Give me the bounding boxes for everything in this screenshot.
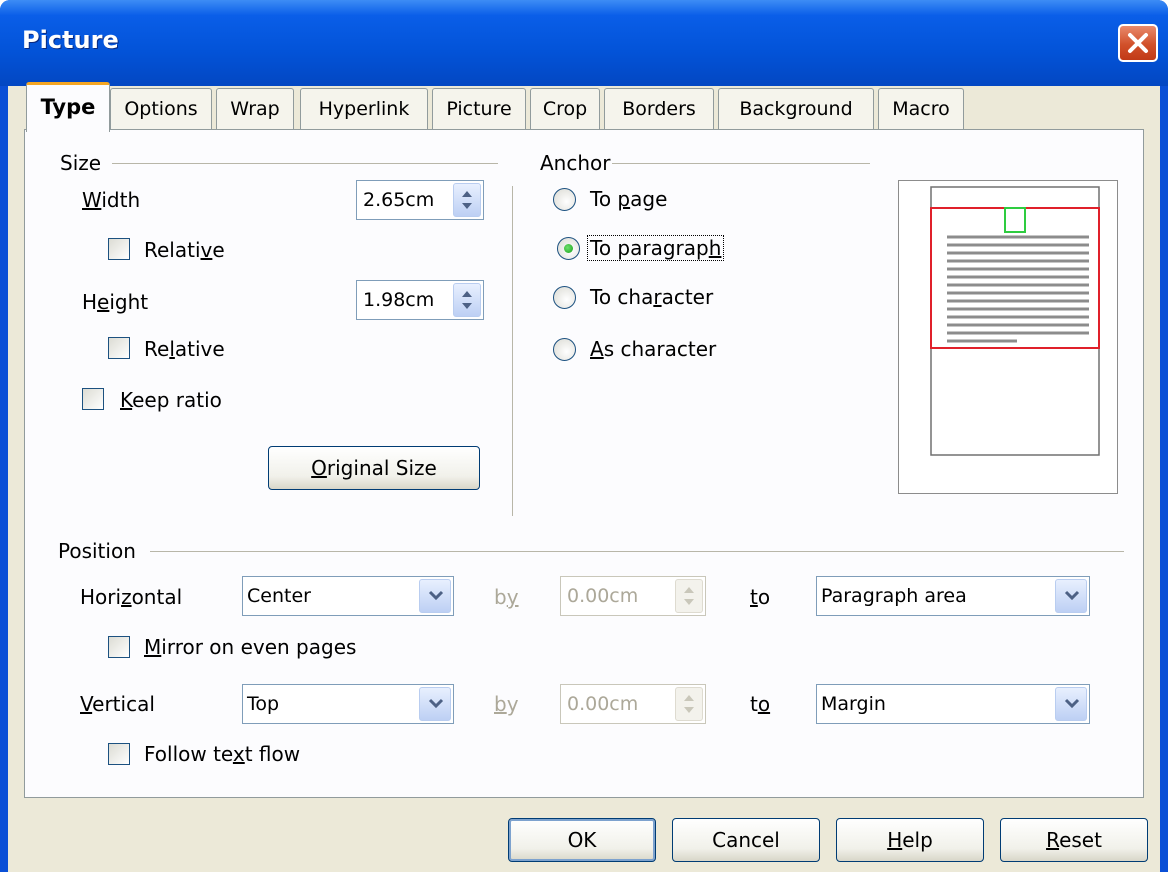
- close-button[interactable]: [1118, 24, 1158, 62]
- keep-ratio-label: Keep ratio: [120, 388, 222, 412]
- page-preview-drawing: [930, 186, 1100, 456]
- size-anchor-separator: [512, 186, 513, 516]
- dialog-title: Picture: [22, 26, 119, 54]
- vertical-to-dropdown-button[interactable]: [1055, 687, 1087, 721]
- vertical-to-select[interactable]: Margin: [816, 684, 1090, 724]
- vertical-by-spin-buttons[interactable]: [675, 687, 703, 721]
- horizontal-dropdown-button[interactable]: [419, 579, 451, 613]
- horizontal-label: Horizontal: [80, 585, 183, 609]
- tab-type[interactable]: Type: [26, 82, 110, 132]
- height-relative-label: Relative: [144, 337, 225, 361]
- mirror-label: Mirror on even pages: [144, 635, 357, 659]
- horizontal-select[interactable]: Center: [242, 576, 454, 616]
- follow-text-flow-checkbox[interactable]: [108, 743, 130, 765]
- anchor-to-page-label: To page: [590, 187, 668, 211]
- vertical-to-label: to: [750, 692, 771, 716]
- horizontal-by-value: 0.00cm: [567, 585, 639, 607]
- anchor-group-line: [612, 163, 870, 164]
- tab-options[interactable]: Options: [110, 88, 212, 130]
- height-relative-checkbox[interactable]: [108, 337, 130, 359]
- tab-macro[interactable]: Macro: [878, 88, 964, 130]
- anchor-to-page-radio[interactable]: [553, 188, 576, 211]
- vertical-by-label: by: [494, 692, 519, 716]
- anchor-to-paragraph-radio[interactable]: [557, 237, 580, 260]
- cancel-button[interactable]: Cancel: [672, 818, 820, 862]
- spin-arrows-icon: [462, 191, 472, 209]
- vertical-to-value: Margin: [821, 693, 886, 715]
- horizontal-by-spin-buttons[interactable]: [675, 579, 703, 613]
- anchor-as-character-radio[interactable]: [553, 338, 576, 361]
- position-group-label: Position: [58, 539, 136, 563]
- height-spinner[interactable]: 1.98cm: [356, 280, 484, 320]
- width-spinner[interactable]: 2.65cm: [356, 180, 484, 220]
- vertical-value: Top: [247, 693, 280, 715]
- tab-hyperlink[interactable]: Hyperlink: [300, 88, 428, 130]
- horizontal-by-label: by: [494, 585, 519, 609]
- tab-crop[interactable]: Crop: [530, 88, 600, 130]
- follow-text-flow-label: Follow text flow: [144, 742, 301, 766]
- horizontal-to-value: Paragraph area: [821, 585, 967, 607]
- width-spin-buttons[interactable]: [453, 183, 481, 217]
- vertical-dropdown-button[interactable]: [419, 687, 451, 721]
- chevron-down-icon: [1064, 590, 1080, 601]
- vertical-label: Vertical: [80, 692, 155, 716]
- original-size-button[interactable]: Original Size: [268, 446, 480, 490]
- spin-arrows-icon: [684, 695, 694, 713]
- height-label: Height: [82, 290, 149, 314]
- anchor-group-label: Anchor: [540, 151, 611, 175]
- tab-picture[interactable]: Picture: [432, 88, 526, 130]
- size-group-line: [112, 163, 498, 164]
- size-group-label: Size: [60, 151, 102, 175]
- title-bar[interactable]: Picture: [0, 0, 1168, 86]
- horizontal-value: Center: [247, 585, 311, 607]
- vertical-by-spinner[interactable]: 0.00cm: [560, 684, 706, 724]
- mirror-checkbox[interactable]: [108, 636, 130, 658]
- anchor-to-character-radio[interactable]: [553, 286, 576, 309]
- width-value: 2.65cm: [363, 189, 435, 211]
- tab-borders[interactable]: Borders: [604, 88, 714, 130]
- reset-button[interactable]: Reset: [1000, 818, 1148, 862]
- chevron-down-icon: [428, 698, 444, 709]
- height-spin-buttons[interactable]: [453, 283, 481, 317]
- width-label: Width: [82, 188, 141, 212]
- spin-arrows-icon: [684, 587, 694, 605]
- vertical-by-value: 0.00cm: [567, 693, 639, 715]
- horizontal-to-dropdown-button[interactable]: [1055, 579, 1087, 613]
- ok-button[interactable]: OK: [508, 818, 656, 862]
- anchor-preview: [898, 180, 1118, 494]
- radio-selected-dot: [564, 244, 573, 253]
- position-group-line: [150, 551, 1124, 552]
- width-relative-label: Relative: [144, 238, 225, 262]
- vertical-select[interactable]: Top: [242, 684, 454, 724]
- width-relative-checkbox[interactable]: [108, 238, 130, 260]
- tab-wrap[interactable]: Wrap: [216, 88, 294, 130]
- help-button[interactable]: Help: [836, 818, 984, 862]
- anchor-to-character-label: To character: [590, 285, 714, 309]
- horizontal-to-label: to: [750, 585, 771, 609]
- anchor-to-paragraph-label: To paragraph: [586, 235, 725, 261]
- close-icon: [1128, 33, 1148, 53]
- horizontal-to-select[interactable]: Paragraph area: [816, 576, 1090, 616]
- anchor-as-character-label: As character: [590, 337, 717, 361]
- chevron-down-icon: [428, 590, 444, 601]
- spin-arrows-icon: [462, 291, 472, 309]
- horizontal-by-spinner[interactable]: 0.00cm: [560, 576, 706, 616]
- chevron-down-icon: [1064, 698, 1080, 709]
- tab-background[interactable]: Background: [718, 88, 874, 130]
- height-value: 1.98cm: [363, 289, 435, 311]
- keep-ratio-checkbox[interactable]: [82, 388, 104, 410]
